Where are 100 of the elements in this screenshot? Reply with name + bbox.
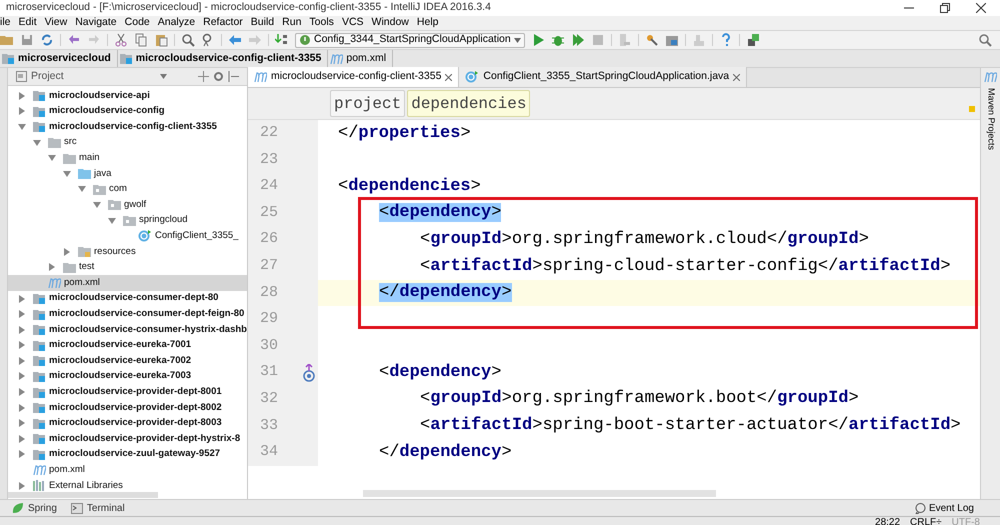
menu-item[interactable]: Code	[124, 15, 150, 31]
menu-item[interactable]: Help	[416, 15, 438, 31]
module-folder-icon	[33, 293, 46, 304]
copy-icon[interactable]	[134, 33, 148, 47]
cut-icon[interactable]	[114, 33, 128, 47]
status-item[interactable]: 28:22	[875, 517, 900, 525]
scrollbar[interactable]	[363, 490, 716, 497]
code-line: </properties>	[338, 122, 471, 145]
module-folder-icon	[33, 90, 46, 102]
debug-icon[interactable]	[550, 33, 565, 47]
module-folder-icon	[33, 448, 46, 460]
tree-item[interactable]: microcloudservice-provider-dept-8002	[8, 400, 247, 416]
collapse-all-icon[interactable]	[198, 71, 209, 82]
run-configuration-dropdown[interactable]: Config_3344_StartSpringCloudApplication	[295, 32, 525, 48]
project-structure-icon[interactable]	[664, 33, 679, 47]
tree-item[interactable]: microcloudservice-eureka-7002	[8, 353, 247, 369]
module-folder-icon	[33, 386, 46, 398]
breadcrumb[interactable]: dependencies	[407, 90, 530, 117]
editor-tab[interactable]: microcloudservice-config-client-3355	[248, 67, 460, 87]
code-line: <dependency>	[378, 362, 502, 384]
expand-arrow-icon[interactable]	[18, 482, 26, 490]
tree-item[interactable]: test	[8, 260, 247, 276]
maven-projects-tab[interactable]: Maven Projects	[984, 88, 998, 150]
module-folder-icon	[33, 370, 46, 382]
gear-icon[interactable]	[213, 71, 224, 82]
menu-item[interactable]: Navigate	[75, 15, 117, 31]
folder-icon[interactable]	[0, 33, 14, 47]
tree-item[interactable]: microcloudservice-config	[8, 104, 247, 120]
menu-item[interactable]: View	[44, 15, 68, 31]
module-folder-icon	[2, 53, 15, 64]
warning-marker	[969, 106, 975, 112]
tree-item[interactable]: microcloudservice-provider-dept-8001	[8, 384, 247, 400]
line-number: 29	[260, 309, 278, 330]
breadcrumb[interactable]: project	[330, 90, 406, 117]
tree-item[interactable]: java	[8, 166, 247, 182]
close-icon[interactable]	[976, 3, 986, 13]
tree-item[interactable]: microcloudservice-provider-dept-hystrix-8	[8, 431, 247, 447]
tool-window-button[interactable]: Terminal	[70, 500, 125, 516]
menu-item[interactable]: Analyze	[158, 15, 196, 31]
line-number: 33	[260, 416, 278, 436]
folder-icon	[48, 137, 61, 148]
override-marker-icon[interactable]	[302, 364, 316, 382]
module-folder-icon	[33, 355, 46, 366]
status-item[interactable]: CRLF÷	[910, 517, 942, 525]
caret-icon	[514, 38, 521, 42]
paste-icon[interactable]	[154, 33, 168, 47]
tree-item[interactable]: pom.xml	[8, 462, 247, 478]
menu-item[interactable]: Tools	[309, 15, 334, 31]
tree-item[interactable]: springcloud	[8, 212, 247, 228]
tree-item[interactable]: microcloudservice-api	[8, 88, 247, 104]
sync-icon[interactable]	[40, 33, 54, 47]
leaf-icon	[12, 502, 24, 514]
tool-window-button[interactable]: Spring	[12, 500, 57, 516]
tree-item[interactable]: microcloudservice-provider-dept-8003	[8, 415, 247, 432]
tree-item[interactable]: com	[8, 182, 247, 198]
search-icon[interactable]	[978, 33, 992, 47]
menu-item[interactable]: Edit	[18, 15, 37, 31]
spring-boot-icon	[299, 34, 311, 46]
package-icon	[108, 199, 121, 210]
line-number: 22	[260, 123, 278, 144]
search-icon[interactable]	[181, 33, 195, 47]
tree-item[interactable]: microcloudservice-config-client-3355	[8, 119, 247, 135]
caret-icon[interactable]	[160, 74, 167, 79]
close-icon[interactable]	[445, 74, 452, 80]
tree-item[interactable]: ConfigClient_3355_	[8, 228, 247, 244]
tree-item[interactable]: resources	[8, 244, 247, 260]
module-folder-icon	[33, 402, 46, 414]
editor-tab[interactable]: ConfigClient_3355_StartSpringCloudApplication.java	[459, 67, 748, 87]
tree-item[interactable]: microcloudservice-consumer-dept-80	[8, 290, 247, 306]
line-number: 23	[260, 150, 278, 170]
tree-item[interactable]: microcloudservice-consumer-dept-feign-80	[8, 306, 247, 322]
tree-item[interactable]: main	[8, 150, 247, 166]
menu-item[interactable]: ile	[0, 15, 11, 31]
menu-item[interactable]: Window	[372, 15, 409, 31]
tree-item[interactable]: gwolf	[8, 197, 247, 213]
menu-item[interactable]: Run	[282, 15, 302, 31]
resources-folder-icon	[78, 246, 91, 258]
tree-item[interactable]: src	[8, 134, 247, 150]
tree-item[interactable]: External Libraries	[8, 478, 247, 492]
module-folder-icon	[33, 308, 46, 320]
tree-item[interactable]: microcloudservice-zuul-gateway-9527	[8, 446, 247, 462]
project-view-icon	[16, 71, 27, 82]
tree-item[interactable]: microcloudservice-consumer-hystrix-dashb	[8, 322, 247, 338]
event-log-button[interactable]: Event Log	[914, 500, 974, 516]
build-icon[interactable]	[275, 33, 289, 47]
settings-icon[interactable]	[644, 33, 659, 47]
save-icon[interactable]	[20, 33, 34, 47]
menu-item[interactable]: Build	[250, 15, 274, 31]
tree-item[interactable]: microcloudservice-eureka-7001	[8, 338, 247, 354]
navigation-crumb[interactable]: microservicecloud	[0, 50, 118, 67]
coverage-icon[interactable]	[570, 33, 585, 47]
hide-panel-icon[interactable]	[228, 71, 239, 82]
menu-item[interactable]: Refactor	[203, 15, 243, 31]
tree-item[interactable]: pom.xml	[8, 275, 247, 291]
tree-item[interactable]: microcloudservice-eureka-7003	[8, 368, 247, 384]
database-icon[interactable]	[746, 33, 760, 47]
maximize-icon[interactable]	[940, 3, 950, 13]
back-arrow-icon[interactable]	[228, 33, 242, 47]
scrollbar[interactable]	[8, 492, 158, 498]
menu-item[interactable]: VCS	[342, 15, 364, 31]
